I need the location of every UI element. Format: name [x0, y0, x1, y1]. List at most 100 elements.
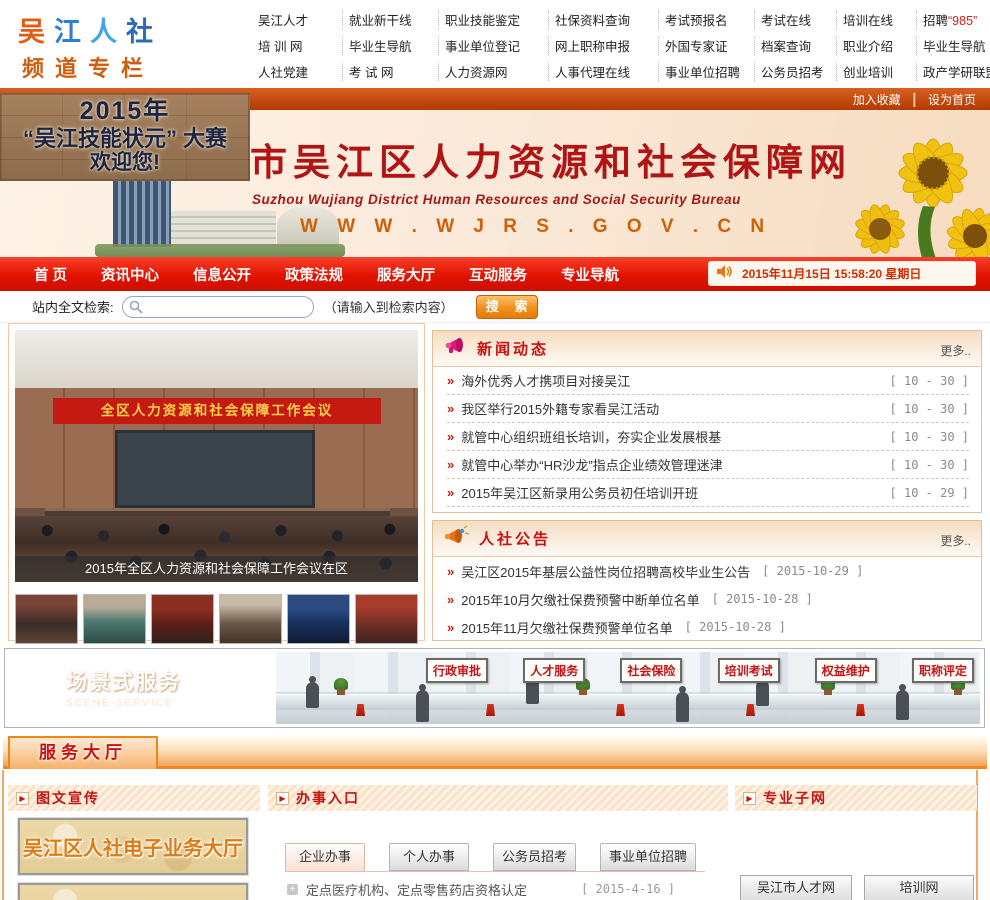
- top-link[interactable]: 考试在线: [754, 9, 836, 29]
- hot-link-number: “985”: [948, 13, 978, 28]
- service-hall-band: 服务大厅: [3, 736, 987, 769]
- tab-public-institution[interactable]: 事业单位招聘: [600, 843, 697, 871]
- subnet-button-talent[interactable]: 吴江市人才网: [740, 875, 852, 900]
- thumbnail[interactable]: [355, 594, 418, 644]
- top-link[interactable]: 档案查询: [754, 35, 836, 55]
- sign-admin-approval[interactable]: 行政审批: [426, 658, 489, 683]
- top-link[interactable]: 创业培训: [836, 61, 916, 81]
- add-favorite-link[interactable]: 加入收藏: [853, 93, 901, 107]
- top-link[interactable]: 考 试 网: [342, 61, 438, 81]
- site-url: W W W . W J R S . G O V . C N: [300, 216, 772, 237]
- logo-char: 吴: [18, 17, 54, 47]
- sign-talent-service[interactable]: 人才服务: [523, 658, 586, 683]
- thumbnail[interactable]: [15, 594, 78, 644]
- promo-banner-text: 吴江区人社电子业务大厅: [23, 838, 243, 860]
- thumbnail[interactable]: [287, 594, 350, 644]
- top-link[interactable]: 培训在线: [836, 9, 916, 29]
- search-hint: （请输入到检索内容）: [323, 300, 454, 315]
- promo-banner-personal[interactable]: 个人参保服务平台: [17, 882, 249, 900]
- news-item[interactable]: » 2015年吴江区新录用公务员初任培训开班 [ 10 - 29 ]: [447, 479, 969, 507]
- search-button[interactable]: 搜 索: [475, 294, 538, 319]
- news-item-date: [ 10 - 30 ]: [889, 401, 969, 416]
- notice-item[interactable]: » 2015年10月欠缴社保费预警中断单位名单 [ 2015-10-28 ]: [447, 585, 969, 613]
- top-link[interactable]: 人力资源网: [438, 61, 548, 81]
- entry-tabs: 企业办事 个人办事 公务员招考 事业单位招聘: [285, 843, 705, 872]
- news-item-date: [ 10 - 30 ]: [889, 429, 969, 444]
- top-link[interactable]: 职业介绍: [836, 35, 916, 55]
- top-link[interactable]: 外国专家证: [658, 35, 754, 55]
- promo-banner-ehall[interactable]: 吴江区人社电子业务大厅: [17, 817, 249, 876]
- top-link[interactable]: 就业新干线: [342, 9, 438, 29]
- news-more-link[interactable]: 更多..: [940, 342, 971, 359]
- top-link[interactable]: 网上职称申报: [548, 35, 658, 55]
- main-photo[interactable]: 全区人力资源和社会保障工作会议 2015年全区人力资源和社会保障工作会议在区: [15, 330, 418, 582]
- thumbnail[interactable]: [83, 594, 146, 644]
- thumbnail[interactable]: [219, 594, 282, 644]
- top-link[interactable]: 职业技能鉴定: [438, 9, 548, 29]
- search-input[interactable]: [121, 295, 314, 318]
- news-item[interactable]: » 就管中心组织班组长培训，夯实企业发展根基 [ 10 - 30 ]: [447, 423, 969, 451]
- scene-title: 场景式服务: [66, 671, 181, 694]
- top-link[interactable]: 培 训 网: [258, 36, 342, 55]
- photo-caption[interactable]: 2015年全区人力资源和社会保障工作会议在区: [15, 556, 418, 582]
- strip-links: 加入收藏 ┃ 设为首页: [853, 91, 976, 108]
- top-link[interactable]: 毕业生导航: [342, 35, 438, 55]
- nav-item-policies[interactable]: 政策法规: [285, 264, 343, 285]
- sign-title-evaluation[interactable]: 职称评定: [911, 658, 974, 683]
- nav-item-home[interactable]: 首 页: [34, 264, 67, 285]
- top-link[interactable]: 人社党建: [258, 62, 342, 81]
- notice-item-text: 吴江区2015年基层公益性岗位招聘高校毕业生公告: [461, 564, 751, 580]
- entry-list-item[interactable]: + 定点医疗机构、定点零售药店资格认定 [ 2015-4-16 ]: [287, 879, 705, 899]
- top-link-hot[interactable]: 招聘“985”: [916, 9, 990, 29]
- top-link[interactable]: 政产学研联盟: [916, 61, 990, 81]
- main-nav: 首 页 资讯中心 信息公开 政策法规 服务大厅 互动服务 专业导航 2015年1…: [0, 257, 990, 291]
- top-link[interactable]: 事业单位招聘: [658, 61, 754, 81]
- nav-item-news-center[interactable]: 资讯中心: [101, 264, 159, 285]
- notice-title: 人社公告: [479, 531, 552, 548]
- magnifier-icon: [129, 300, 143, 319]
- set-homepage-link[interactable]: 设为首页: [928, 93, 976, 107]
- news-item[interactable]: » 海外优秀人才携项目对接吴江 [ 10 - 30 ]: [447, 367, 969, 395]
- notice-item[interactable]: » 吴江区2015年基层公益性岗位招聘高校毕业生公告 [ 2015-10-29 ]: [447, 557, 969, 585]
- notice-panel: 人社公告 更多.. » 吴江区2015年基层公益性岗位招聘高校毕业生公告 [ 201…: [432, 520, 982, 641]
- horn-icon: [444, 525, 471, 551]
- top-link[interactable]: 毕业生导航: [916, 35, 990, 55]
- nav-item-interactive[interactable]: 互动服务: [469, 264, 527, 285]
- sign-social-insurance[interactable]: 社会保险: [620, 658, 683, 683]
- hot-link-pre: 招聘: [923, 13, 949, 28]
- notice-item-date: [ 2015-10-29 ]: [762, 564, 864, 578]
- top-link[interactable]: 人事代理在线: [548, 61, 658, 81]
- top-link[interactable]: 考试预报名: [658, 9, 754, 29]
- top-link[interactable]: 社保资料查询: [548, 9, 658, 29]
- top-link[interactable]: 公务员招考: [754, 61, 836, 81]
- nav-item-subnets[interactable]: 专业导航: [561, 264, 619, 285]
- arrow-icon: ▶: [743, 791, 756, 805]
- nav-item-service-hall[interactable]: 服务大厅: [377, 264, 435, 285]
- notice-item[interactable]: » 2015年11月欠缴社保费预警单位名单 [ 2015-10-28 ]: [447, 613, 969, 641]
- thumbnail[interactable]: [151, 594, 214, 644]
- queue-stand: [356, 704, 365, 716]
- site-logo[interactable]: 吴江人社 频道专栏: [18, 10, 233, 83]
- top-link[interactable]: 吴江人才: [258, 10, 342, 29]
- badge-line2: “吴江技能状元” 大赛: [22, 125, 228, 151]
- service-hall-tab[interactable]: 服务大厅: [8, 736, 158, 769]
- tab-civil-servant[interactable]: 公务员招考: [493, 843, 577, 871]
- bullet-icon: »: [447, 563, 455, 579]
- sign-training-exam[interactable]: 培训考试: [717, 658, 780, 683]
- news-item[interactable]: » 就管中心举办“HR沙龙”指点企业绩效管理迷津 [ 10 - 30 ]: [447, 451, 969, 479]
- plus-icon: +: [287, 883, 298, 895]
- search-label: 站内全文检索:: [32, 300, 114, 315]
- nav-item-info-disclosure[interactable]: 信息公开: [193, 264, 251, 285]
- speaker-icon: [717, 264, 732, 283]
- subnet-button-training[interactable]: 培训网: [864, 875, 974, 900]
- bullet-icon: »: [447, 373, 455, 388]
- search-bar: 站内全文检索: （请输入到检索内容） 搜 索: [0, 291, 990, 323]
- tab-enterprise[interactable]: 企业办事: [285, 843, 365, 871]
- datetime-text: 2015年11月15日 15:58:20 星期日: [742, 267, 922, 281]
- tab-personal[interactable]: 个人办事: [389, 843, 469, 871]
- person-silhouette: [306, 676, 319, 708]
- top-link[interactable]: 事业单位登记: [438, 35, 548, 55]
- sign-rights-protection[interactable]: 权益维护: [814, 658, 877, 683]
- notice-more-link[interactable]: 更多..: [940, 532, 971, 549]
- news-item[interactable]: » 我区举行2015外籍专家看吴江活动 [ 10 - 30 ]: [447, 395, 969, 423]
